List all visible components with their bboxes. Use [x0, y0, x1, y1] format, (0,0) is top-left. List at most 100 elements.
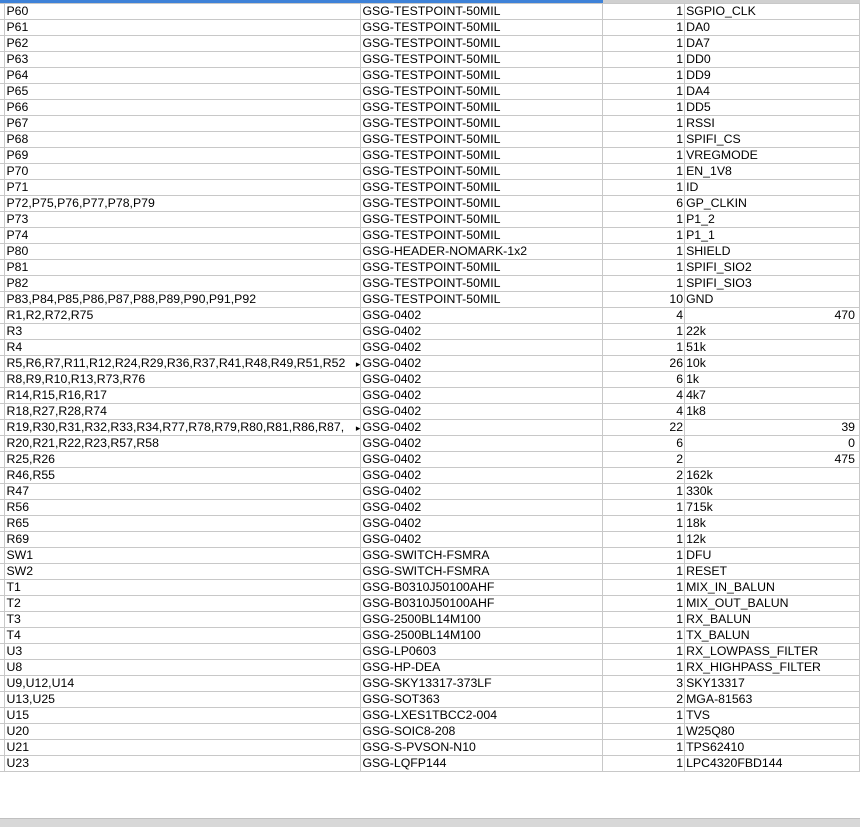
cell-quantity[interactable]: 1: [602, 259, 686, 276]
cell-quantity[interactable]: 10: [602, 291, 686, 308]
cell-package[interactable]: GSG-LQFP144: [360, 755, 604, 772]
cell-value[interactable]: 162k: [684, 467, 860, 484]
cell-value[interactable]: TVS: [684, 707, 860, 724]
cell-value[interactable]: RX_HIGHPASS_FILTER: [684, 659, 860, 676]
cell-value[interactable]: SGPIO_CLK: [684, 3, 860, 20]
cell-quantity[interactable]: 1: [602, 227, 686, 244]
cell-package[interactable]: GSG-LXES1TBCC2-004: [360, 707, 604, 724]
cell-package[interactable]: GSG-TESTPOINT-50MIL: [360, 99, 604, 116]
cell-package[interactable]: GSG-TESTPOINT-50MIL: [360, 35, 604, 52]
cell-value[interactable]: MGA-81563: [684, 691, 860, 708]
cell-quantity[interactable]: 1: [602, 707, 686, 724]
cell-reference[interactable]: P64: [4, 67, 362, 84]
cell-quantity[interactable]: 26: [602, 355, 686, 372]
cell-package[interactable]: GSG-SWITCH-FSMRA: [360, 547, 604, 564]
cell-value[interactable]: MIX_OUT_BALUN: [684, 595, 860, 612]
cell-reference[interactable]: U13,U25: [4, 691, 362, 708]
cell-package[interactable]: GSG-SKY13317-373LF: [360, 675, 604, 692]
cell-quantity[interactable]: 1: [602, 51, 686, 68]
cell-quantity[interactable]: 3: [602, 675, 686, 692]
cell-package[interactable]: GSG-SWITCH-FSMRA: [360, 563, 604, 580]
cell-package[interactable]: GSG-0402: [360, 323, 604, 340]
cell-package[interactable]: GSG-0402: [360, 403, 604, 420]
cell-reference[interactable]: P71: [4, 179, 362, 196]
cell-reference[interactable]: U9,U12,U14: [4, 675, 362, 692]
cell-value[interactable]: 4k7: [684, 387, 860, 404]
cell-quantity[interactable]: 1: [602, 643, 686, 660]
cell-package[interactable]: GSG-SOIC8-208: [360, 723, 604, 740]
cell-value[interactable]: RSSI: [684, 115, 860, 132]
cell-value[interactable]: P1_1: [684, 227, 860, 244]
cell-value[interactable]: W25Q80: [684, 723, 860, 740]
cell-reference[interactable]: P69: [4, 147, 362, 164]
cell-value[interactable]: 1k8: [684, 403, 860, 420]
cell-reference[interactable]: P62: [4, 35, 362, 52]
cell-package[interactable]: GSG-SOT363: [360, 691, 604, 708]
cell-package[interactable]: GSG-0402: [360, 371, 604, 388]
cell-reference[interactable]: R1,R2,R72,R75: [4, 307, 362, 324]
cell-value[interactable]: GP_CLKIN: [684, 195, 860, 212]
cell-value[interactable]: 715k: [684, 499, 860, 516]
cell-reference[interactable]: P80: [4, 243, 362, 260]
cell-package[interactable]: GSG-TESTPOINT-50MIL: [360, 291, 604, 308]
cell-package[interactable]: GSG-TESTPOINT-50MIL: [360, 147, 604, 164]
cell-reference[interactable]: R3: [4, 323, 362, 340]
cell-reference[interactable]: R46,R55: [4, 467, 362, 484]
cell-package[interactable]: GSG-0402: [360, 339, 604, 356]
cell-reference[interactable]: P65: [4, 83, 362, 100]
cell-package[interactable]: GSG-2500BL14M100: [360, 627, 604, 644]
cell-value[interactable]: EN_1V8: [684, 163, 860, 180]
cell-package[interactable]: GSG-TESTPOINT-50MIL: [360, 83, 604, 100]
cell-value[interactable]: RESET: [684, 563, 860, 580]
cell-value[interactable]: RX_BALUN: [684, 611, 860, 628]
cell-package[interactable]: GSG-TESTPOINT-50MIL: [360, 3, 604, 20]
cell-value[interactable]: 0: [684, 435, 860, 452]
cell-package[interactable]: GSG-TESTPOINT-50MIL: [360, 179, 604, 196]
cell-reference[interactable]: U3: [4, 643, 362, 660]
cell-value[interactable]: 10k: [684, 355, 860, 372]
cell-quantity[interactable]: 1: [602, 19, 686, 36]
cell-reference[interactable]: R18,R27,R28,R74: [4, 403, 362, 420]
cell-reference[interactable]: R5,R6,R7,R11,R12,R24,R29,R36,R37,R41,R48…: [4, 355, 362, 372]
cell-value[interactable]: ID: [684, 179, 860, 196]
cell-package[interactable]: GSG-0402: [360, 387, 604, 404]
cell-reference[interactable]: P73: [4, 211, 362, 228]
cell-package[interactable]: GSG-TESTPOINT-50MIL: [360, 67, 604, 84]
cell-quantity[interactable]: 1: [602, 275, 686, 292]
cell-reference[interactable]: P63: [4, 51, 362, 68]
cell-quantity[interactable]: 22: [602, 419, 686, 436]
cell-reference[interactable]: R56: [4, 499, 362, 516]
cell-reference[interactable]: U15: [4, 707, 362, 724]
cell-package[interactable]: GSG-0402: [360, 515, 604, 532]
cell-package[interactable]: GSG-TESTPOINT-50MIL: [360, 227, 604, 244]
cell-value[interactable]: 12k: [684, 531, 860, 548]
cell-value[interactable]: LPC4320FBD144: [684, 755, 860, 772]
cell-value[interactable]: VREGMODE: [684, 147, 860, 164]
cell-value[interactable]: 39: [684, 419, 860, 436]
cell-value[interactable]: 51k: [684, 339, 860, 356]
cell-value[interactable]: 470: [684, 307, 860, 324]
cell-quantity[interactable]: 1: [602, 611, 686, 628]
cell-quantity[interactable]: 1: [602, 579, 686, 596]
cell-value[interactable]: TPS62410: [684, 739, 860, 756]
cell-package[interactable]: GSG-HP-DEA: [360, 659, 604, 676]
cell-value[interactable]: GND: [684, 291, 860, 308]
cell-reference[interactable]: T1: [4, 579, 362, 596]
cell-value[interactable]: RX_LOWPASS_FILTER: [684, 643, 860, 660]
cell-reference[interactable]: U20: [4, 723, 362, 740]
cell-quantity[interactable]: 1: [602, 659, 686, 676]
cell-value[interactable]: DD5: [684, 99, 860, 116]
cell-package[interactable]: GSG-B0310J50100AHF: [360, 579, 604, 596]
cell-quantity[interactable]: 2: [602, 467, 686, 484]
cell-quantity[interactable]: 1: [602, 3, 686, 20]
horizontal-scrollbar[interactable]: [0, 818, 860, 827]
cell-package[interactable]: GSG-TESTPOINT-50MIL: [360, 211, 604, 228]
cell-package[interactable]: GSG-0402: [360, 355, 604, 372]
cell-quantity[interactable]: 2: [602, 451, 686, 468]
cell-quantity[interactable]: 1: [602, 179, 686, 196]
cell-reference[interactable]: R69: [4, 531, 362, 548]
cell-package[interactable]: GSG-0402: [360, 419, 604, 436]
cell-value[interactable]: MIX_IN_BALUN: [684, 579, 860, 596]
cell-quantity[interactable]: 1: [602, 163, 686, 180]
cell-reference[interactable]: SW1: [4, 547, 362, 564]
